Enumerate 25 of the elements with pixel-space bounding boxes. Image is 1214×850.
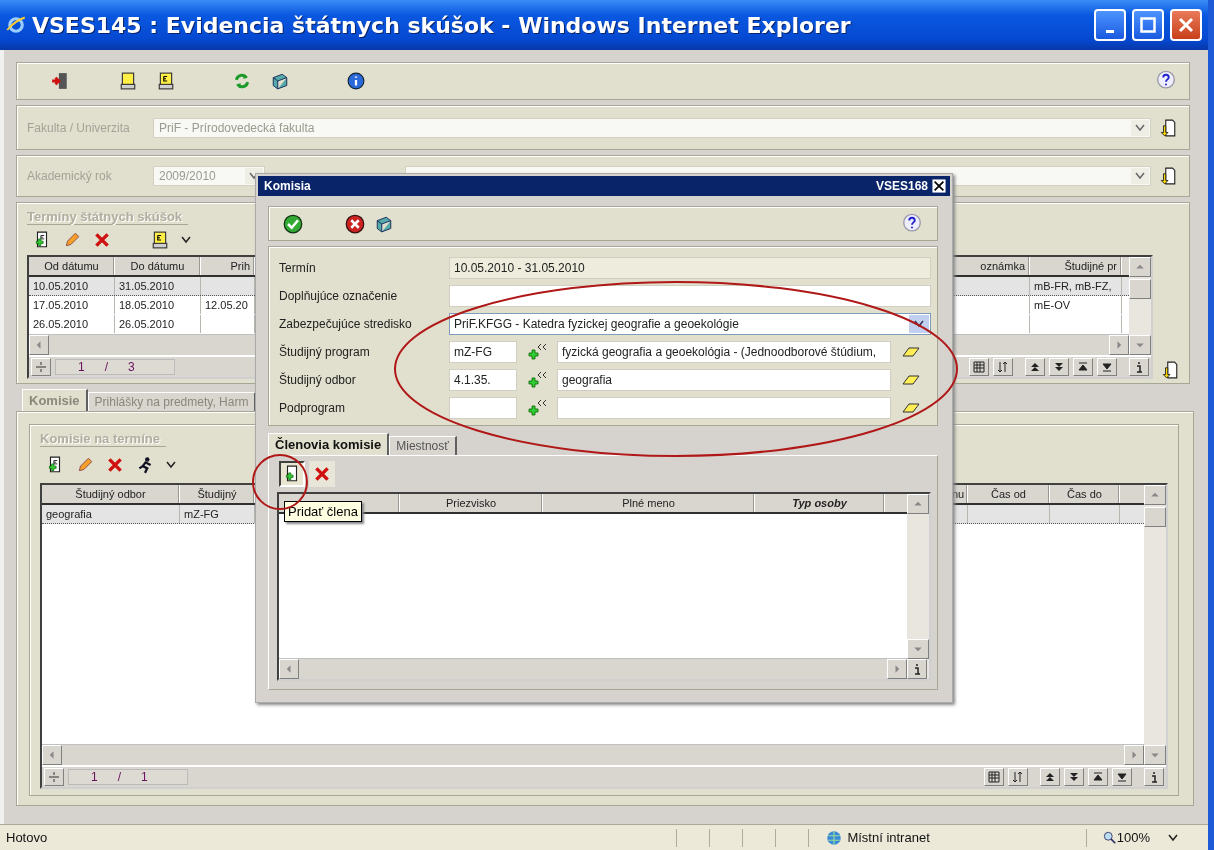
table-cell: mE-OV <box>1030 296 1122 314</box>
field-label: Fakulta / Univerzita <box>27 120 131 135</box>
field-label: Študijný odbor <box>279 373 357 387</box>
field-label: Študijný program <box>279 345 371 359</box>
table-cell: mB-FR, mB-FZ, <box>1030 277 1122 295</box>
table-cell: 18.05.2010 <box>115 296 201 314</box>
table-cell: 31.05.2010 <box>115 277 201 295</box>
field-label: Akademický rok <box>27 169 113 183</box>
dialog-code: VSES168 <box>875 179 928 193</box>
field-label: Podprogram <box>279 401 347 415</box>
field-label: Zabezpečujúce stredisko <box>279 317 413 331</box>
tooltip: Pridať člena <box>284 501 362 522</box>
table-cell: 10.05.2010 <box>29 277 115 295</box>
table-cell: 26.05.2010 <box>29 315 115 333</box>
zone-text: Místní intranet <box>847 830 930 845</box>
table-cell: 26.05.2010 <box>115 315 201 333</box>
pager-field: 1 / 1 <box>68 769 188 785</box>
status-text: Hotovo <box>6 830 48 845</box>
field-label: Termín <box>279 261 317 275</box>
field-label: Doplňujúce označenie <box>279 289 399 303</box>
table-cell: geografia <box>42 505 180 523</box>
pager-field: 1 / 3 <box>55 359 175 375</box>
dialog-title: Komisia <box>264 179 311 193</box>
table-cell: 17.05.2010 <box>29 296 115 314</box>
window-title: VSES145 : Evidencia štátnych skúšok - Windows Internet Explorer <box>32 12 852 38</box>
